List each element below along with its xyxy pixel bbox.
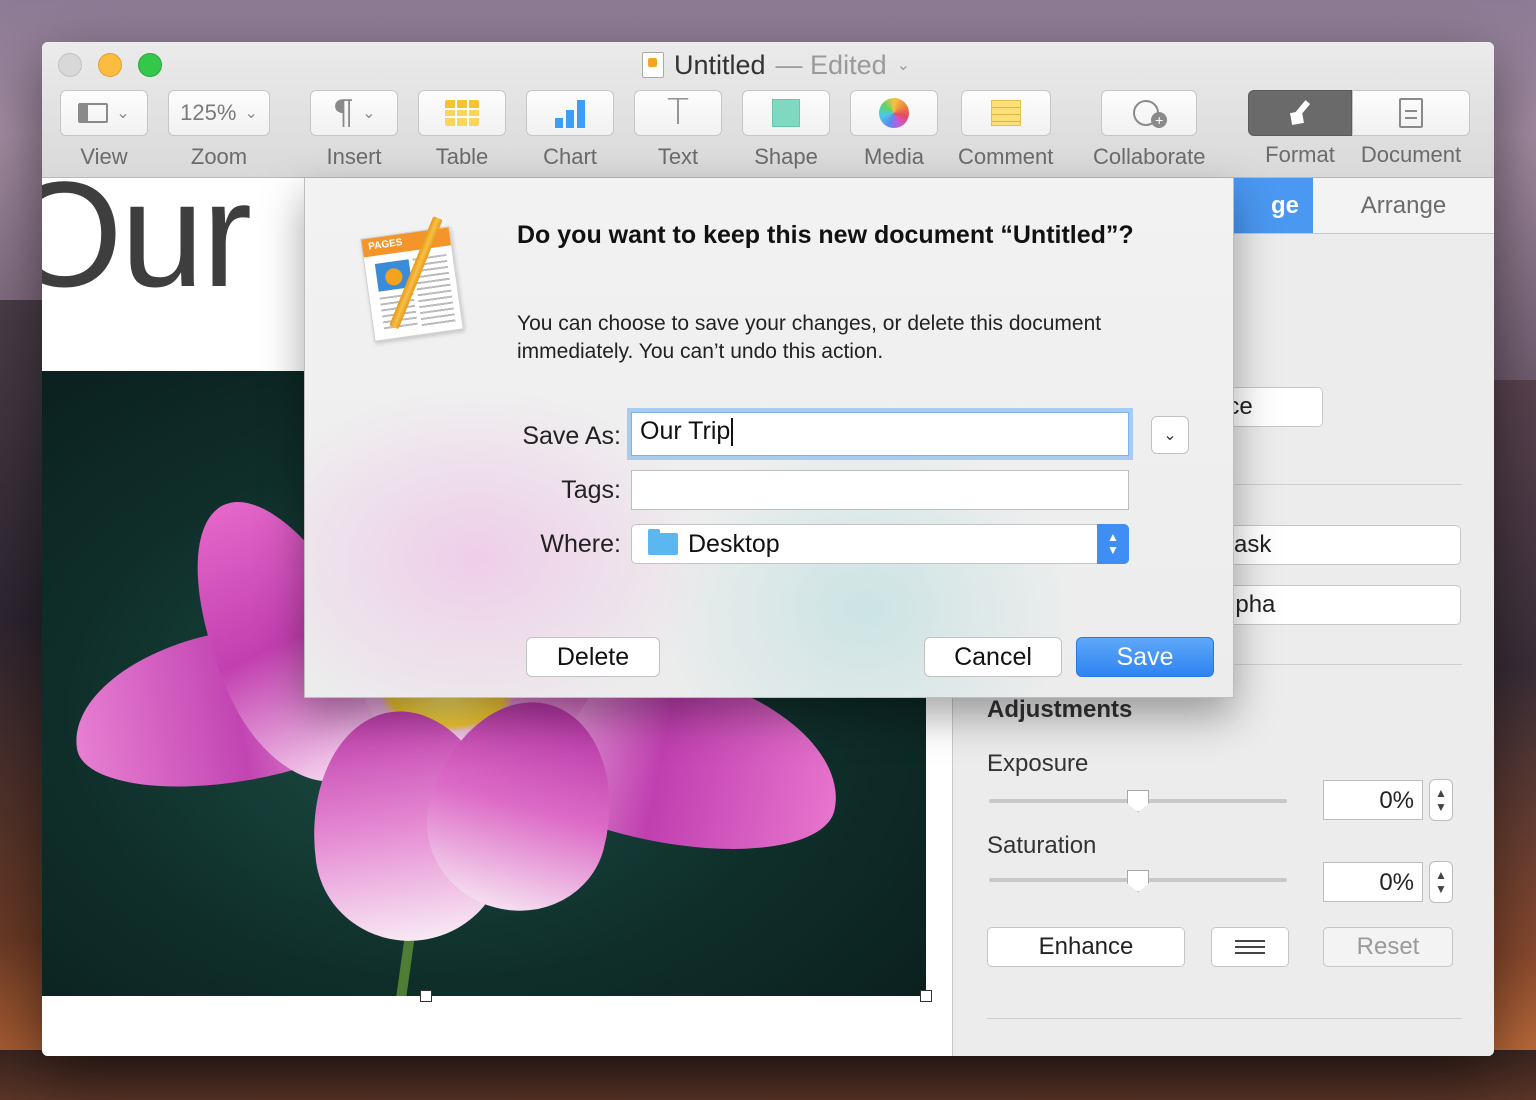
tab-arrange[interactable]: Arrange (1313, 178, 1494, 233)
segmented-labels: Format Document (1248, 142, 1470, 168)
table-label: Table (435, 144, 489, 169)
window-title-bar[interactable]: Untitled — Edited ⌄ (642, 50, 910, 80)
shape-button[interactable] (742, 90, 830, 136)
document-icon (1399, 98, 1423, 128)
close-window-button[interactable] (58, 53, 82, 77)
exposure-stepper[interactable]: ▲ ▼ (1429, 779, 1453, 821)
toolbar: Untitled — Edited ⌄ ⌄ View 125% ⌄ Zoom ¶… (42, 42, 1494, 178)
delete-button[interactable]: Delete (526, 637, 660, 677)
text-caret (731, 418, 734, 447)
tags-field[interactable] (631, 470, 1129, 510)
table-button[interactable] (418, 90, 506, 136)
media-button[interactable] (850, 90, 938, 136)
text-button[interactable]: T (634, 90, 722, 136)
chart-label: Chart (543, 144, 597, 169)
adjustments-heading: Adjustments (987, 696, 1133, 723)
format-button[interactable] (1248, 90, 1352, 136)
insert-label: Insert (326, 144, 382, 169)
zoom-button[interactable]: 125% ⌄ (168, 90, 270, 136)
dialog-title: Do you want to keep this new document “U… (517, 221, 1134, 249)
chevron-down-icon: ⌄ (1163, 427, 1177, 444)
shape-icon (772, 99, 800, 127)
edited-status: — Edited (775, 49, 887, 80)
saturation-stepper[interactable]: ▲ ▼ (1429, 861, 1453, 903)
selection-handle[interactable] (920, 990, 932, 1002)
save-as-label: Save As: (522, 422, 621, 450)
chevron-down-icon: ⌄ (116, 105, 130, 122)
media-label: Media (864, 144, 924, 169)
separator (987, 1018, 1462, 1019)
comment-label: Comment (958, 144, 1054, 169)
toolbar-collaborate[interactable]: Collaborate (1093, 90, 1206, 170)
where-popup[interactable]: Desktop ▲ ▼ (631, 524, 1129, 564)
zoom-value: 125% (180, 100, 237, 125)
collaborate-label: Collaborate (1093, 144, 1206, 169)
toolbar-insert[interactable]: ¶ ⌄ Insert (310, 90, 398, 170)
pages-app-icon: PAGES (360, 216, 471, 342)
table-icon (445, 100, 479, 126)
reset-button[interactable]: Reset (1323, 927, 1453, 967)
save-as-field[interactable]: Our Trip (631, 412, 1129, 456)
insert-button[interactable]: ¶ ⌄ (310, 90, 398, 136)
document-heading[interactable]: Our (42, 148, 252, 321)
zoom-window-button[interactable] (138, 53, 162, 77)
view-icon (78, 103, 109, 123)
comment-icon (990, 100, 1021, 126)
text-label: Text (657, 144, 699, 169)
save-button[interactable]: Save (1076, 637, 1214, 677)
comment-button[interactable] (960, 90, 1051, 136)
exposure-label: Exposure (987, 750, 1089, 777)
toolbar-text[interactable]: T Text (634, 90, 722, 170)
instant-alpha-button[interactable]: Alpha (1203, 585, 1461, 625)
title-menu-chevron-icon[interactable]: ⌄ (897, 55, 910, 75)
collaborate-icon (1131, 98, 1168, 128)
chevron-down-icon: ⌄ (362, 105, 376, 122)
save-dialog: PAGES Do you want to keep this new docum… (304, 178, 1234, 698)
expand-dialog-button[interactable]: ⌄ (1151, 416, 1189, 454)
document-label: Document (1360, 142, 1462, 167)
photos-icon (879, 98, 909, 128)
inspector-segmented-control (1248, 90, 1470, 136)
toolbar-chart[interactable]: Chart (526, 90, 614, 170)
format-label: Format (1265, 142, 1335, 167)
desktop-wallpaper-bottom (0, 1050, 1536, 1100)
text-icon: T (667, 92, 689, 133)
save-as-value: Our Trip (640, 417, 731, 445)
popup-arrows-icon: ▲ ▼ (1097, 524, 1129, 564)
exposure-field[interactable]: 0% (1323, 780, 1423, 820)
saturation-slider-thumb[interactable] (1127, 870, 1149, 892)
adjust-settings-button[interactable] (1211, 927, 1289, 967)
where-label: Where: (540, 530, 621, 558)
paragraph-icon: ¶ (332, 93, 355, 133)
where-value: Desktop (688, 529, 780, 558)
sliders-icon (1235, 937, 1265, 957)
chart-icon (555, 98, 585, 128)
toolbar-shape[interactable]: Shape (742, 90, 830, 170)
chevron-down-icon: ⌄ (244, 105, 258, 122)
window-title: Untitled (674, 49, 766, 80)
toolbar-table[interactable]: Table (418, 90, 506, 170)
toolbar-comment[interactable]: Comment (958, 90, 1053, 170)
chart-button[interactable] (526, 90, 614, 136)
folder-icon (648, 529, 678, 555)
tags-label: Tags: (561, 476, 621, 504)
selection-handle[interactable] (420, 990, 432, 1002)
document-proxy-icon[interactable] (642, 52, 664, 78)
document-button[interactable] (1352, 90, 1470, 136)
dialog-message: You can choose to save your changes, or … (517, 312, 1102, 363)
collaborate-button[interactable] (1101, 90, 1198, 136)
view-button[interactable]: ⌄ (60, 90, 148, 136)
paintbrush-icon (1287, 100, 1313, 126)
exposure-slider-thumb[interactable] (1127, 790, 1149, 812)
saturation-field[interactable]: 0% (1323, 862, 1423, 902)
enhance-button[interactable]: Enhance (987, 927, 1185, 967)
minimize-window-button[interactable] (98, 53, 122, 77)
saturation-label: Saturation (987, 832, 1097, 859)
cancel-button[interactable]: Cancel (924, 637, 1062, 677)
shape-label: Shape (754, 144, 818, 169)
toolbar-media[interactable]: Media (850, 90, 938, 170)
edit-mask-button[interactable]: Mask (1203, 525, 1461, 565)
